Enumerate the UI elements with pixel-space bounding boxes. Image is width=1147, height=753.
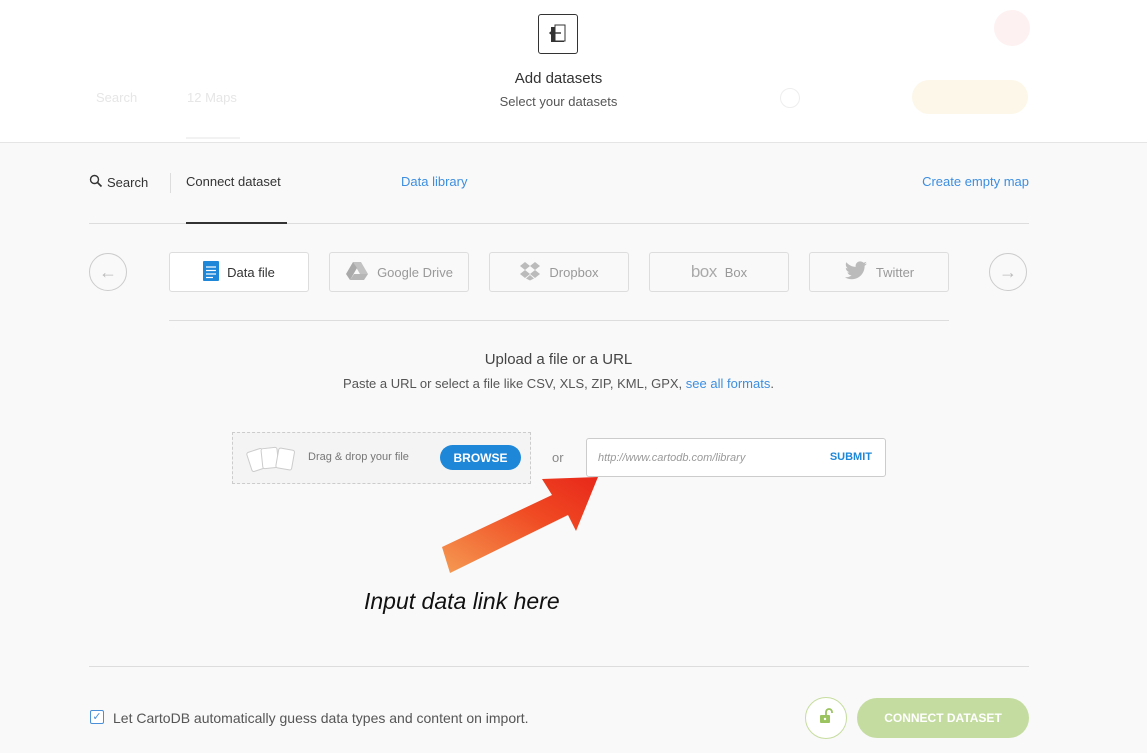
next-source-button[interactable]: → — [989, 253, 1027, 291]
privacy-toggle-button[interactable] — [805, 697, 847, 739]
background-underline — [186, 137, 240, 139]
url-input-box: SUBMIT — [586, 438, 886, 477]
search-icon — [89, 174, 103, 191]
dataset-tabs: Search Connect dataset Data library Crea… — [89, 164, 1029, 224]
dropbox-icon — [519, 261, 541, 284]
check-icon: ✓ — [92, 710, 102, 723]
box-icon: box — [690, 262, 717, 281]
or-text: or — [552, 450, 564, 465]
guess-types-checkbox[interactable]: ✓ — [90, 710, 104, 724]
source-dropbox[interactable]: Dropbox — [489, 252, 629, 292]
see-all-formats-link[interactable]: see all formats — [686, 376, 771, 391]
create-empty-map-link[interactable]: Create empty map — [922, 174, 1029, 189]
divider — [169, 320, 949, 321]
guess-types-label: Let CartoDB automatically guess data typ… — [113, 710, 529, 726]
upload-description: Paste a URL or select a file like CSV, X… — [0, 376, 1117, 391]
source-box[interactable]: box Box — [649, 252, 789, 292]
page-subtitle: Select your datasets — [499, 94, 618, 109]
source-data-file[interactable]: Data file — [169, 252, 309, 292]
files-icon — [245, 444, 301, 479]
page-title: Add datasets — [514, 70, 603, 87]
connect-dataset-button[interactable]: CONNECT DATASET — [857, 698, 1029, 738]
tab-data-library[interactable]: Data library — [401, 174, 467, 189]
url-input[interactable] — [598, 448, 808, 468]
upload-description-text: Paste a URL or select a file like CSV, X… — [343, 376, 686, 391]
annotation-text: Input data link here — [364, 588, 560, 614]
arrow-left-icon: ← — [99, 261, 117, 282]
source-label: Data file — [227, 264, 275, 280]
google-drive-icon — [345, 261, 369, 284]
upload-title: Upload a file or a URL — [484, 351, 633, 368]
tab-search[interactable]: Search — [89, 174, 148, 191]
source-label: Box — [724, 264, 748, 280]
data-file-icon — [203, 260, 220, 284]
drop-text: Drag & drop your file — [308, 451, 409, 463]
modal-header: Search 12 Maps Add datasets Select your … — [0, 0, 1147, 143]
footer-divider — [89, 666, 1029, 667]
source-twitter[interactable]: Twitter — [809, 252, 949, 292]
twitter-icon — [844, 260, 868, 284]
source-google-drive[interactable]: Google Drive — [329, 252, 469, 292]
unlock-icon — [817, 707, 835, 730]
active-tab-indicator — [186, 222, 287, 224]
source-label: Twitter — [875, 264, 915, 280]
submit-button[interactable]: SUBMIT — [830, 451, 872, 463]
source-label: Google Drive — [377, 264, 453, 280]
tab-search-label: Search — [107, 175, 149, 190]
tab-separator — [170, 173, 171, 193]
add-dataset-icon — [538, 14, 578, 54]
background-avatar — [994, 10, 1030, 46]
upload-description-end: . — [770, 376, 774, 391]
tab-connect-dataset[interactable]: Connect dataset — [186, 174, 281, 189]
arrow-right-icon: → — [999, 261, 1017, 282]
annotation-arrow-icon — [442, 477, 598, 573]
previous-source-button[interactable]: ← — [89, 253, 127, 291]
source-label: Dropbox — [549, 264, 599, 280]
